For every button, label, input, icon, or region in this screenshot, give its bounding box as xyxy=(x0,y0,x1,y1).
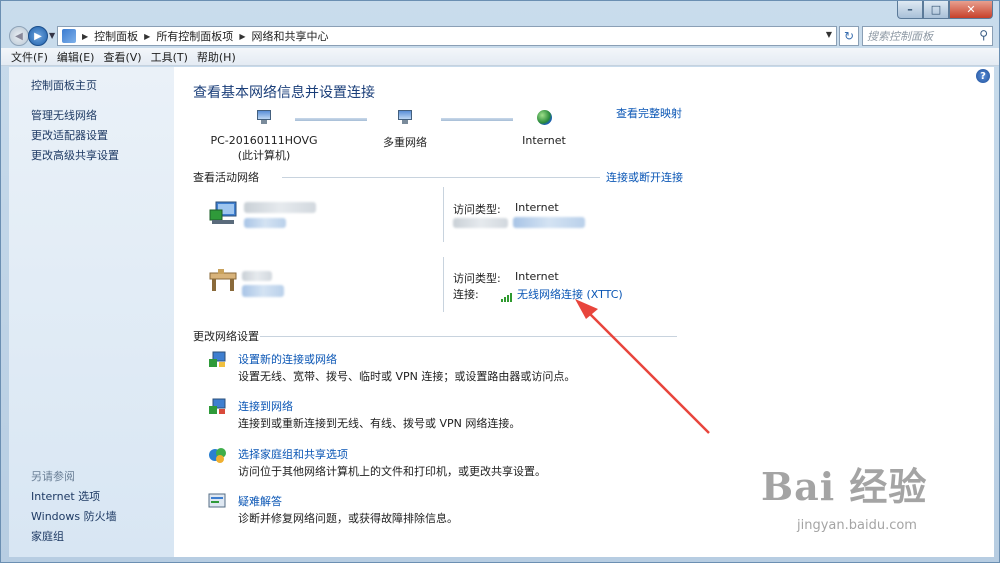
breadcrumb-separator-icon[interactable]: ▶ xyxy=(239,32,245,41)
network-name-redacted xyxy=(242,271,272,281)
new-connection-link[interactable]: 设置新的连接或网络 xyxy=(238,351,337,367)
network-type-link-redacted[interactable] xyxy=(242,285,284,297)
minimize-button[interactable]: – xyxy=(897,1,923,19)
network-type-link-redacted[interactable] xyxy=(244,218,286,228)
page-title: 查看基本网络信息并设置连接 xyxy=(193,85,375,101)
menu-bar: 文件(F) 编辑(E) 查看(V) 工具(T) 帮助(H) xyxy=(1,48,999,66)
view-full-map-link[interactable]: 查看完整映射 xyxy=(616,105,682,121)
sidebar-item-advanced-sharing[interactable]: 更改高级共享设置 xyxy=(31,147,119,163)
map-node-multiple-networks: 多重网络 xyxy=(370,110,440,150)
address-row: ◀ ▶ ▼ ▶ 控制面板 ▶ 所有控制面板项 ▶ 网络和共享中心 ▼ ↻ 搜索控… xyxy=(1,25,999,47)
menu-file[interactable]: 文件(F) xyxy=(11,49,48,65)
signal-bars-icon xyxy=(501,292,513,302)
troubleshoot-desc: 诊断并修复网络问题，或获得故障排除信息。 xyxy=(238,512,458,525)
connect-network-icon xyxy=(209,398,226,414)
section-divider xyxy=(282,177,600,178)
sidebar-item-adapter-settings[interactable]: 更改适配器设置 xyxy=(31,127,108,143)
see-also-firewall[interactable]: Windows 防火墙 xyxy=(31,508,117,524)
breadcrumb-separator-icon[interactable]: ▶ xyxy=(82,32,88,41)
homegroup-icon xyxy=(209,448,226,463)
breadcrumb-network-center[interactable]: 网络和共享中心 xyxy=(251,28,328,44)
forward-arrow-icon: ▶ xyxy=(34,30,42,42)
see-also-heading: 另请参阅 xyxy=(31,470,75,483)
title-bar[interactable]: – □ ✕ xyxy=(1,1,999,23)
watermark-logo: Bai 经验 xyxy=(761,464,928,509)
computer-icon xyxy=(255,110,273,124)
close-icon: ✕ xyxy=(966,3,976,16)
minimize-icon: – xyxy=(907,3,913,16)
network-name-redacted xyxy=(244,202,316,213)
breadcrumb-all-items[interactable]: 所有控制面板项 xyxy=(156,28,233,44)
connect-network-desc: 连接到或重新连接到无线、有线、拨号或 VPN 网络连接。 xyxy=(238,417,521,430)
maximize-icon: □ xyxy=(930,3,942,16)
network-divider xyxy=(443,187,444,242)
network-divider xyxy=(443,257,444,312)
map-connector-line xyxy=(441,118,513,121)
breadcrumb-control-panel[interactable]: 控制面板 xyxy=(94,28,138,44)
history-dropdown-icon[interactable]: ▼ xyxy=(49,31,55,40)
see-also-homegroup[interactable]: 家庭组 xyxy=(31,528,64,544)
window-controls: – □ ✕ xyxy=(897,1,993,19)
connection-label-redacted xyxy=(453,218,508,228)
homegroup-link[interactable]: 选择家庭组和共享选项 xyxy=(238,446,348,462)
breadcrumb-separator-icon[interactable]: ▶ xyxy=(144,32,150,41)
menu-edit[interactable]: 编辑(E) xyxy=(57,49,95,65)
multiple-networks-label: 多重网络 xyxy=(383,136,427,149)
address-bar[interactable]: ▶ 控制面板 ▶ 所有控制面板项 ▶ 网络和共享中心 ▼ xyxy=(57,26,837,46)
back-button[interactable]: ◀ xyxy=(9,26,29,46)
window: – □ ✕ ◀ ▶ ▼ ▶ 控制面板 ▶ 所有控制面板项 ▶ 网络和共享中心 ▼… xyxy=(0,0,1000,563)
change-settings-heading: 更改网络设置 xyxy=(193,330,259,343)
computer-sub: (此计算机) xyxy=(237,149,291,162)
connect-disconnect-link[interactable]: 连接或断开连接 xyxy=(606,169,683,185)
wireless-connection-link[interactable]: 无线网络连接 (XTTC) xyxy=(501,286,623,302)
new-connection-desc: 设置无线、宽带、拨号、临时或 VPN 连接；或设置路由器或访问点。 xyxy=(238,370,576,383)
watermark-url: jingyan.baidu.com xyxy=(797,518,917,533)
section-divider xyxy=(260,336,677,337)
sidebar-home[interactable]: 控制面板主页 xyxy=(31,77,97,93)
wired-network-icon xyxy=(209,201,237,224)
search-placeholder: 搜索控制面板 xyxy=(867,30,933,43)
homegroup-desc: 访问位于其他网络计算机上的文件和打印机，或更改共享设置。 xyxy=(238,465,546,478)
help-icon[interactable]: ? xyxy=(976,69,990,83)
forward-button[interactable]: ▶ xyxy=(28,26,48,46)
troubleshoot-icon xyxy=(208,493,226,508)
address-dropdown-icon[interactable]: ▼ xyxy=(826,30,832,39)
access-type-label: 访问类型: xyxy=(453,272,501,285)
back-arrow-icon: ◀ xyxy=(15,30,23,42)
new-connection-icon xyxy=(209,351,226,367)
menu-help[interactable]: 帮助(H) xyxy=(197,49,236,65)
maximize-button[interactable]: □ xyxy=(923,1,949,19)
search-icon[interactable]: ⚲ xyxy=(979,28,988,42)
refresh-icon: ↻ xyxy=(843,29,855,43)
troubleshoot-link[interactable]: 疑难解答 xyxy=(238,493,282,509)
access-type-label: 访问类型: xyxy=(453,203,501,216)
search-input[interactable]: 搜索控制面板 ⚲ xyxy=(862,26,993,46)
wireless-connection-label: 无线网络连接 (XTTC) xyxy=(517,288,623,301)
network-icon xyxy=(396,110,414,124)
internet-label: Internet xyxy=(522,134,566,147)
sidebar: 控制面板主页 管理无线网络 更改适配器设置 更改高级共享设置 另请参阅 Inte… xyxy=(9,67,174,557)
access-type-value: Internet xyxy=(515,270,559,283)
baidu-jingyan-watermark: Bai 经验 jingyan.baidu.com xyxy=(761,456,928,533)
close-button[interactable]: ✕ xyxy=(949,1,993,19)
map-node-internet: Internet xyxy=(514,110,574,147)
connection-link-redacted[interactable] xyxy=(513,217,585,228)
menu-tools[interactable]: 工具(T) xyxy=(151,49,188,65)
connect-network-link[interactable]: 连接到网络 xyxy=(238,398,293,414)
see-also-internet-options[interactable]: Internet 选项 xyxy=(31,488,100,504)
menu-view[interactable]: 查看(V) xyxy=(103,49,141,65)
sidebar-item-manage-wireless[interactable]: 管理无线网络 xyxy=(31,107,97,123)
active-networks-heading: 查看活动网络 xyxy=(193,171,259,184)
public-network-icon xyxy=(209,269,237,291)
control-panel-icon xyxy=(62,29,76,43)
access-type-value: Internet xyxy=(515,201,559,214)
computer-name: PC-20160111HOVG xyxy=(210,134,318,147)
map-connector-line xyxy=(295,118,367,121)
globe-icon xyxy=(536,110,552,125)
connection-label: 连接: xyxy=(453,288,479,301)
refresh-button[interactable]: ↻ xyxy=(839,26,859,46)
